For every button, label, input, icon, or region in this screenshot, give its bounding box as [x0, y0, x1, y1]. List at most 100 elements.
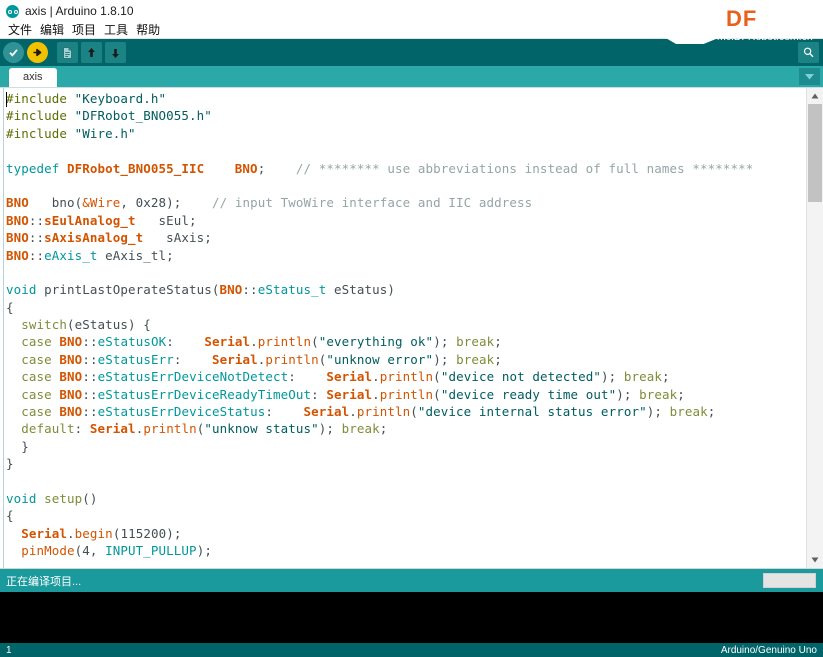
code-token: case — [21, 404, 52, 420]
code-token: switch — [21, 317, 68, 333]
code-token: { — [6, 508, 14, 524]
code-line: pinMode(4, INPUT_PULLUP); — [6, 542, 823, 559]
menu-help[interactable]: 帮助 — [132, 22, 164, 38]
code-token: Serial — [89, 421, 136, 437]
tab-bar: axis — [0, 66, 823, 87]
code-token: :: — [242, 282, 258, 298]
code-token: #include — [6, 125, 75, 141]
checkmark-icon — [9, 49, 18, 57]
upload-button[interactable] — [27, 42, 48, 63]
scroll-down-button[interactable] — [807, 552, 823, 568]
code-token: ); — [600, 369, 624, 385]
window-controls — [697, 0, 823, 22]
editor-vertical-scrollbar[interactable] — [806, 88, 823, 568]
code-token: eStatusErrDeviceNotDetect — [97, 369, 289, 385]
code-token: . — [67, 525, 75, 541]
code-token: BNO — [234, 160, 258, 176]
new-file-icon — [63, 46, 72, 59]
code-token: Serial — [326, 386, 373, 402]
code-token: eStatusErr — [97, 351, 174, 367]
code-token: . — [372, 369, 380, 385]
code-token: Serial — [211, 351, 258, 367]
code-line: case BNO::eStatusErrDeviceReadyTimeOut: … — [6, 386, 823, 403]
code-line: void printLastOperateStatus(BNO::eStatus… — [6, 281, 823, 298]
tab-axis[interactable]: axis — [9, 68, 57, 87]
code-line: void setup() — [6, 490, 823, 507]
code-line: { — [6, 299, 823, 316]
verify-button[interactable] — [3, 42, 24, 63]
scroll-up-button[interactable] — [807, 88, 823, 104]
code-token: : — [265, 404, 304, 420]
status-message: 正在编译项目... — [6, 575, 82, 588]
caret-down-icon — [811, 557, 819, 563]
status-strip: 正在编译项目... — [0, 568, 823, 592]
code-token: } — [6, 456, 14, 472]
code-token: ( — [410, 404, 418, 420]
code-token: :: — [28, 247, 45, 263]
code-line: } — [6, 438, 823, 455]
code-line: Serial.begin(115200); — [6, 525, 823, 542]
code-token: break — [623, 369, 662, 385]
code-token: BNO — [59, 404, 83, 420]
code-token: setup — [44, 490, 83, 506]
console-output[interactable] — [0, 592, 823, 642]
code-token: void — [6, 282, 37, 298]
code-line: BNO::sEulAnalog_t sEul; — [6, 212, 823, 229]
code-token: : — [311, 386, 327, 402]
code-editor[interactable]: #include "Keyboard.h" #include "DFRobot_B… — [0, 87, 823, 568]
code-token: void — [6, 490, 37, 506]
code-line: #include "DFRobot_BNO055.h" — [6, 107, 823, 124]
code-token: sAxisAnalog_t — [44, 230, 144, 246]
code-token: break — [456, 351, 495, 367]
code-line: case BNO::eStatusErrDeviceStatus: Serial… — [6, 403, 823, 420]
code-token: . — [372, 386, 380, 402]
new-sketch-button[interactable] — [57, 42, 78, 63]
open-sketch-button[interactable] — [81, 42, 102, 63]
code-token: (eStatus) { — [67, 317, 151, 333]
code-token: "device internal status error" — [417, 404, 647, 420]
bottom-status-bar: 1 Arduino/Genuino Uno — [0, 642, 823, 657]
code-token: BNO — [6, 230, 29, 246]
code-token: INPUT_PULLUP — [105, 543, 197, 559]
code-line: } — [6, 455, 823, 472]
save-sketch-button[interactable] — [105, 42, 126, 63]
code-token: "device not detected" — [440, 369, 601, 385]
code-token: : — [173, 351, 212, 367]
code-line: case BNO::eStatusErr: Serial.println("un… — [6, 351, 823, 368]
scrollbar-thumb[interactable] — [808, 104, 822, 202]
code-token: :: — [82, 334, 98, 350]
close-button[interactable] — [781, 0, 823, 22]
tab-menu-button[interactable] — [799, 68, 820, 85]
code-token: "everything ok" — [318, 334, 434, 350]
code-token: // ******** use abbreviations instead of… — [295, 160, 754, 176]
menu-tools[interactable]: 工具 — [100, 22, 132, 38]
code-line: typedef DFRobot_BNO055_IIC BNO; // *****… — [6, 160, 823, 177]
code-token: BNO — [6, 212, 29, 228]
code-token: "unknow status" — [204, 421, 319, 437]
code-token: break — [341, 421, 380, 437]
menu-sketch[interactable]: 项目 — [68, 22, 100, 38]
chevron-down-icon — [805, 74, 814, 80]
code-text-area[interactable]: #include "Keyboard.h" #include "DFRobot_B… — [4, 88, 823, 568]
source-code[interactable]: #include "Keyboard.h" #include "DFRobot_B… — [6, 90, 823, 560]
window-title: axis | Arduino 1.8.10 — [25, 4, 134, 18]
code-token: println — [257, 334, 312, 350]
code-token: begin — [74, 525, 113, 541]
menu-file[interactable]: 文件 — [4, 22, 36, 38]
code-token: ); — [318, 421, 342, 437]
code-token: println — [265, 351, 319, 367]
code-token: :: — [82, 369, 98, 385]
code-token: break — [456, 334, 495, 350]
code-token: } — [6, 438, 29, 454]
menu-edit[interactable]: 编辑 — [36, 22, 68, 38]
serial-monitor-button[interactable] — [798, 42, 819, 63]
code-token: case — [21, 351, 52, 367]
code-token: BNO — [219, 282, 243, 298]
code-token: eStatusOK — [97, 334, 167, 350]
